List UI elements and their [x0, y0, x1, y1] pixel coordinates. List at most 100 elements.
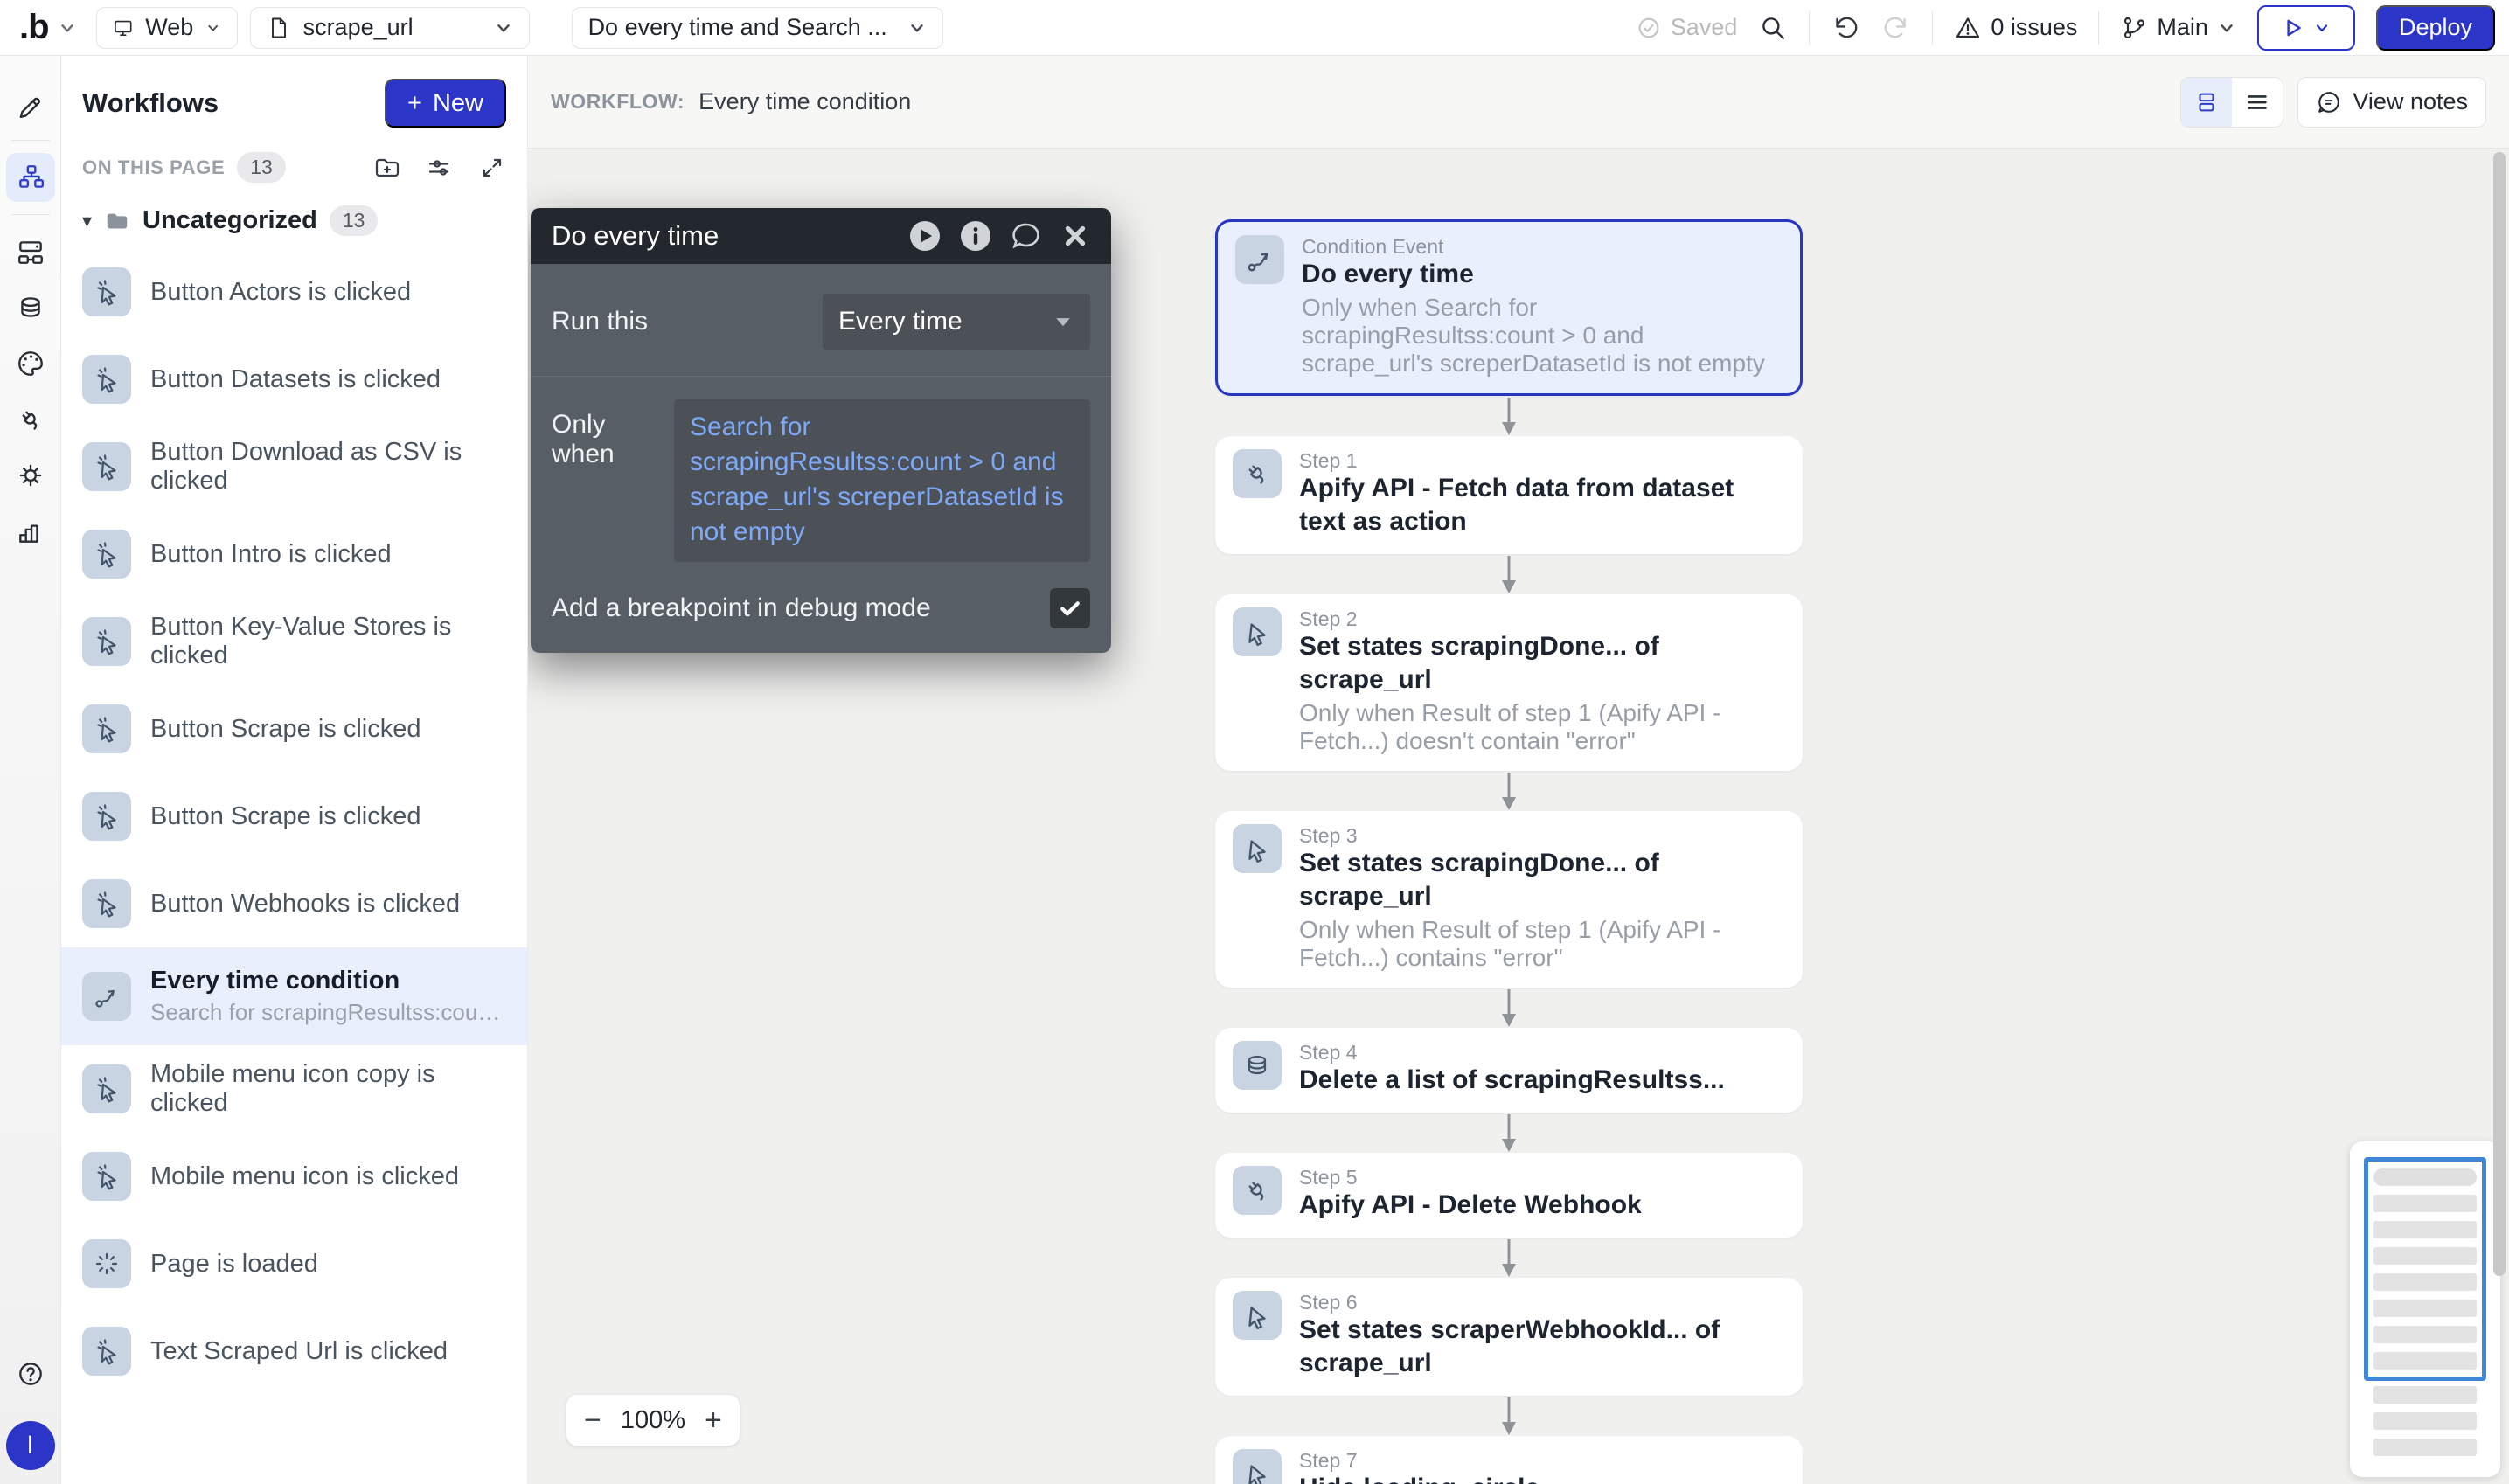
editor-nav-rail: I: [0, 56, 61, 1484]
workflow-list-item[interactable]: Text Scraped Url is clicked: [61, 1307, 527, 1395]
monitor-icon: [113, 15, 134, 41]
reusables-tab[interactable]: [3, 224, 59, 280]
issues-indicator[interactable]: 0 issues: [1954, 14, 2077, 42]
folder-plus-icon[interactable]: [373, 154, 401, 182]
step-node[interactable]: Step 5 Apify API - Delete Webhook: [1215, 1153, 1803, 1238]
flow-arrow-icon: [1498, 396, 1519, 436]
chevron-down-icon: [2217, 18, 2236, 38]
only-when-expression[interactable]: Search for scrapingResultss:count > 0 an…: [674, 399, 1090, 562]
flow-arrow-icon: [1498, 1396, 1519, 1436]
zoom-in-button[interactable]: +: [705, 1405, 722, 1435]
plus-icon: +: [407, 89, 422, 118]
canvas-scrollbar[interactable]: [2493, 152, 2506, 1276]
minimap[interactable]: [2350, 1141, 2500, 1477]
search-icon[interactable]: [1758, 13, 1788, 43]
help-button[interactable]: [3, 1346, 59, 1402]
page-select[interactable]: scrape_url: [250, 7, 530, 49]
user-avatar[interactable]: I: [6, 1421, 55, 1470]
view-mode-toggle: [2180, 77, 2283, 128]
run-this-select[interactable]: Every time: [823, 294, 1090, 350]
property-editor-dialog: Do every time: [531, 208, 1111, 653]
plug-icon: [1233, 1166, 1282, 1215]
cursor-arrow-icon: [1233, 1449, 1282, 1484]
cursor-click-icon: [82, 355, 131, 404]
event-node[interactable]: Condition Event Do every time Only when …: [1215, 219, 1803, 396]
logs-tab[interactable]: [3, 503, 59, 559]
preview-button[interactable]: [2257, 5, 2355, 51]
platform-select[interactable]: Web: [96, 7, 238, 49]
platform-select-value: Web: [145, 14, 193, 41]
redo-icon[interactable]: [1881, 13, 1911, 43]
sitemap-icon: [16, 163, 45, 192]
settings-tab[interactable]: [3, 447, 59, 503]
plug-icon: [16, 405, 45, 434]
dialog-title: Do every time: [552, 220, 719, 252]
app-menu[interactable]: b: [12, 8, 84, 47]
cursor-arrow-icon: [1233, 607, 1282, 656]
breakpoint-label: Add a breakpoint in debug mode: [552, 593, 931, 623]
step-node[interactable]: Step 6 Set states scraperWebhookId... of…: [1215, 1278, 1803, 1396]
workflow-list-item[interactable]: Button Key-Value Stores is clicked: [61, 598, 527, 685]
breakpoint-checkbox[interactable]: [1050, 588, 1090, 628]
workflow-list-item[interactable]: Page is loaded: [61, 1220, 527, 1307]
workflow-select[interactable]: Do every time and Search ...: [572, 7, 943, 49]
workflow-list-item[interactable]: Button Scrape is clicked: [61, 685, 527, 773]
step-node[interactable]: Step 4 Delete a list of scrapingResultss…: [1215, 1028, 1803, 1113]
new-workflow-button[interactable]: + New: [385, 79, 506, 128]
toolbar-divider: [2098, 11, 2099, 45]
styles-tab[interactable]: [3, 336, 59, 392]
cards-view-button[interactable]: [2181, 78, 2232, 127]
workflow-list-item[interactable]: Button Webhooks is clicked: [61, 860, 527, 947]
run-icon[interactable]: [908, 219, 942, 253]
list-view-button[interactable]: [2232, 78, 2283, 127]
comment-icon[interactable]: [1010, 219, 1043, 253]
saved-check-icon: [1636, 15, 1662, 41]
branch-select[interactable]: Main: [2120, 14, 2236, 42]
cursor-click-icon: [82, 617, 131, 666]
undo-icon[interactable]: [1831, 13, 1860, 43]
plugins-tab[interactable]: [3, 392, 59, 447]
minimap-viewport[interactable]: [2364, 1157, 2486, 1381]
cursor-arrow-icon: [1233, 1291, 1282, 1340]
step-node[interactable]: Step 1 Apify API - Fetch data from datas…: [1215, 436, 1803, 554]
on-this-page-label: ON THIS PAGE: [82, 156, 225, 179]
workflow-list-item-selected[interactable]: Every time condition Search for scraping…: [61, 947, 527, 1045]
cursor-click-icon: [82, 704, 131, 753]
step-node[interactable]: Step 3 Set states scrapingDone... of scr…: [1215, 811, 1803, 988]
workflow-list-item[interactable]: Button Scrape is clicked: [61, 773, 527, 860]
chevron-down-icon: [907, 18, 927, 38]
workflow-list-item[interactable]: Mobile menu icon copy is clicked: [61, 1045, 527, 1133]
zoom-out-button[interactable]: −: [584, 1405, 601, 1435]
folder-row-uncategorized[interactable]: ▾ Uncategorized 13: [61, 188, 527, 245]
cursor-click-icon: [82, 1152, 131, 1201]
workflow-tab[interactable]: [6, 153, 55, 202]
design-tab[interactable]: [3, 75, 59, 131]
workflow-list-item[interactable]: Button Actors is clicked: [61, 248, 527, 336]
step-node[interactable]: Step 2 Set states scrapingDone... of scr…: [1215, 594, 1803, 771]
cursor-click-icon: [82, 1327, 131, 1376]
workflow-list-item[interactable]: Mobile menu icon is clicked: [61, 1133, 527, 1220]
chevron-down-icon: [58, 18, 77, 38]
workflow-select-value: Do every time and Search ...: [588, 14, 895, 41]
toolbar-divider: [1932, 11, 1933, 45]
rail-divider: [11, 214, 50, 215]
workflow-list-item[interactable]: Button Download as CSV is clicked: [61, 423, 527, 510]
workflow-list: Button Actors is clicked Button Datasets…: [61, 245, 527, 1484]
info-icon[interactable]: [959, 219, 992, 253]
cursor-click-icon: [82, 442, 131, 491]
flow-arrow-icon: [1498, 1238, 1519, 1278]
flow-arrow-icon: [1498, 554, 1519, 594]
workflow-list-item[interactable]: Button Datasets is clicked: [61, 336, 527, 423]
workflow-list-item[interactable]: Button Intro is clicked: [61, 510, 527, 598]
filter-sliders-icon[interactable]: [426, 154, 454, 182]
step-node[interactable]: Step 7 Hide loading_circle: [1215, 1436, 1803, 1484]
caret-down-icon[interactable]: ▾: [82, 210, 92, 232]
workflow-item-subtitle: Search for scrapingResultss:coun...: [150, 999, 506, 1026]
view-notes-button[interactable]: View notes: [2297, 77, 2486, 128]
components-icon: [16, 237, 45, 267]
data-tab[interactable]: [3, 280, 59, 336]
deploy-button[interactable]: Deploy: [2376, 5, 2495, 51]
close-icon[interactable]: [1060, 221, 1090, 251]
expand-icon[interactable]: [478, 154, 506, 182]
dialog-header[interactable]: Do every time: [531, 208, 1111, 264]
